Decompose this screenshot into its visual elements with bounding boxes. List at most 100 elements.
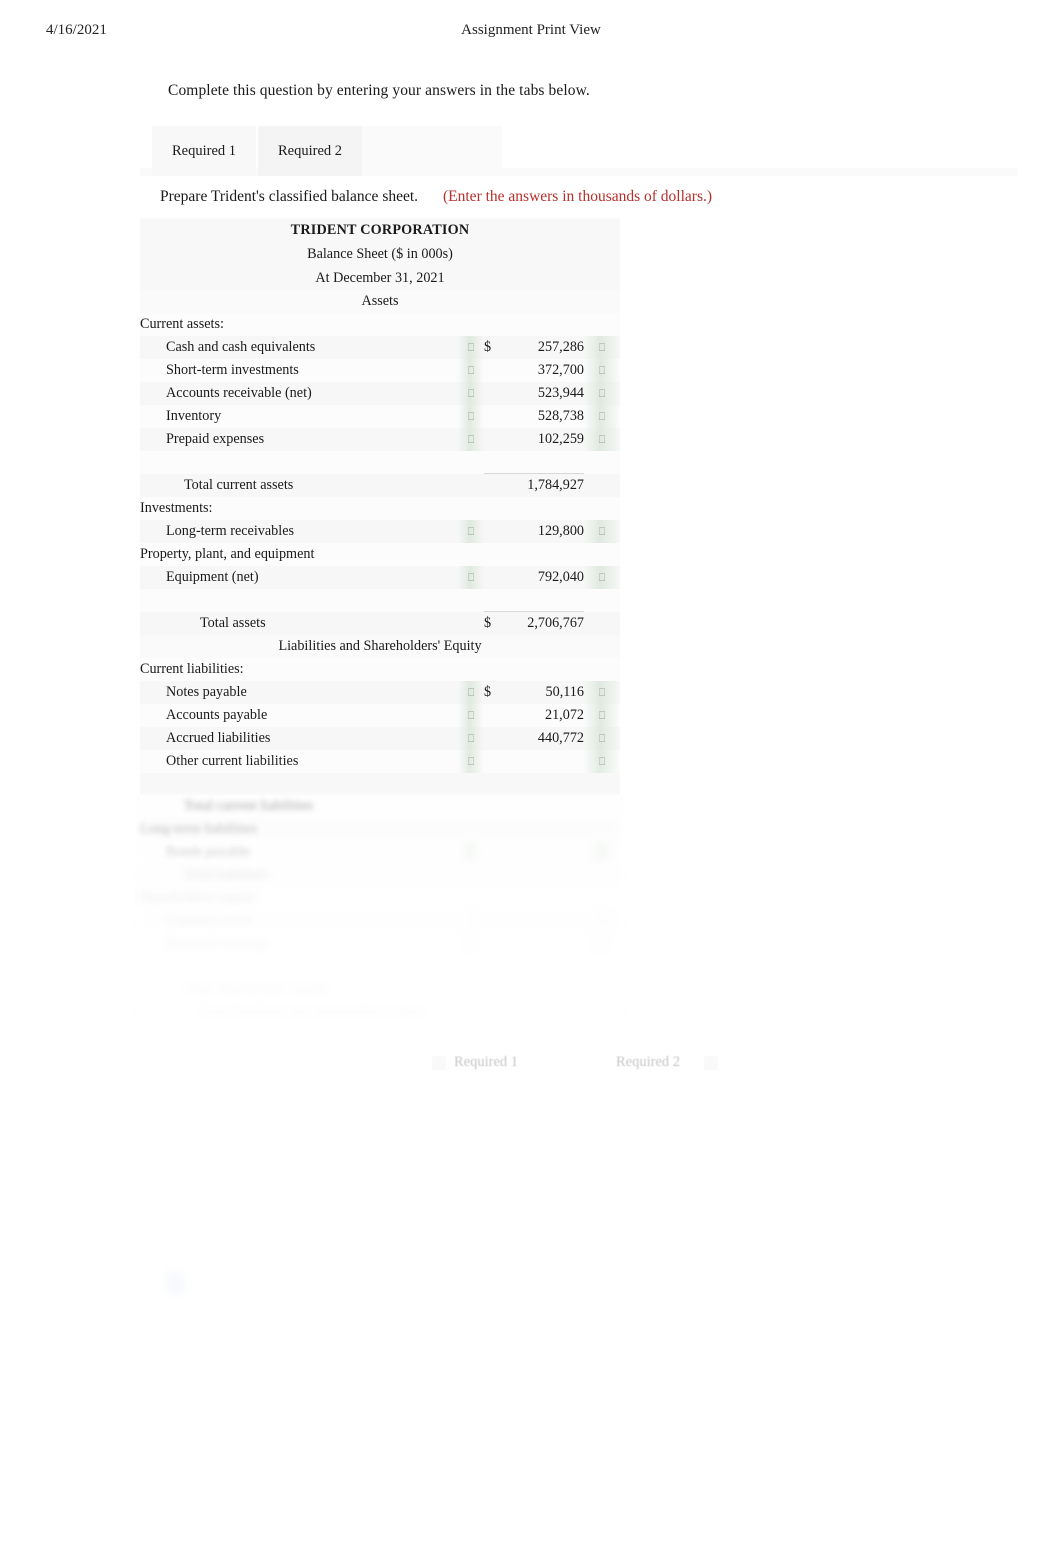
row-value[interactable] — [506, 818, 584, 841]
row-marker-left-icon[interactable]: ⎕ — [458, 933, 484, 956]
section-heading-row: Current assets: — [140, 313, 620, 336]
row-marker-left-icon[interactable]: ⎕ — [458, 750, 484, 773]
table-row: Other current liabilities ⎕ ⎕ — [140, 750, 620, 773]
row-label: Shareholders' equity — [140, 887, 458, 910]
row-marker-right-icon[interactable]: ⎕ — [584, 704, 620, 727]
row-currency — [484, 727, 506, 750]
statement-date-row: At December 31, 2021 — [140, 266, 620, 290]
row-marker-left-icon[interactable]: ⎕ — [458, 704, 484, 727]
row-label: Long-term receivables — [140, 520, 458, 543]
bottom-navigation: Required 1 Required 2 — [410, 1046, 740, 1086]
row-marker-right-icon[interactable]: ⎕ — [584, 681, 620, 704]
row-marker-left-icon[interactable]: ⎕ — [458, 336, 484, 359]
row-label: Cash and cash equivalents — [140, 336, 458, 359]
row-value[interactable]: 129,800 — [506, 520, 584, 543]
row-value[interactable]: 257,286 — [506, 336, 584, 359]
row-label: Accounts receivable (net) — [140, 382, 458, 405]
table-row: Bonds payable ⎕ ⎕ — [140, 841, 620, 864]
total-assets-value: 2,706,767 — [506, 611, 584, 635]
row-marker-right-icon[interactable]: ⎕ — [584, 566, 620, 589]
row-value[interactable]: 528,738 — [506, 405, 584, 428]
page-title: Assignment Print View — [461, 22, 601, 38]
row-marker-right-icon[interactable]: ⎕ — [584, 750, 620, 773]
total-assets-row: Total assets $ 2,706,767 — [140, 611, 620, 635]
table-row: Long-term receivables ⎕ 129,800 ⎕ — [140, 520, 620, 543]
row-marker-right-icon[interactable]: ⎕ — [584, 336, 620, 359]
bottom-nav-required-1[interactable]: Required 1 — [454, 1054, 518, 1071]
row-label: Accounts payable — [140, 704, 458, 727]
section-heading-row: Investments: — [140, 497, 620, 520]
row-marker-right-icon[interactable]: ⎕ — [584, 727, 620, 750]
row-marker-left-icon[interactable]: ⎕ — [458, 428, 484, 451]
statement-name: Balance Sheet ($ in 000s) — [140, 242, 620, 266]
row-value[interactable] — [506, 750, 584, 773]
row-marker-left-icon[interactable]: ⎕ — [458, 727, 484, 750]
total-assets-currency: $ — [484, 611, 506, 635]
row-value[interactable]: 792,040 — [506, 566, 584, 589]
table-row: Total current liabilities — [140, 795, 620, 818]
row-value[interactable] — [506, 910, 584, 933]
row-value[interactable]: 21,072 — [506, 704, 584, 727]
row-marker-right-icon[interactable]: ⎕ — [584, 405, 620, 428]
row-marker-right-icon[interactable]: ⎕ — [584, 910, 620, 933]
statement-name-row: Balance Sheet ($ in 000s) — [140, 242, 620, 266]
row-label: Retained earnings — [140, 933, 458, 956]
table-row: Retained earnings ⎕ ⎕ — [140, 933, 620, 956]
footer-link[interactable] — [166, 1272, 186, 1294]
row-value[interactable]: 523,944 — [506, 382, 584, 405]
chevron-left-icon[interactable] — [432, 1056, 446, 1070]
liabilities-heading-row: Liabilities and Shareholders' Equity — [140, 635, 620, 658]
bottom-nav-required-2[interactable]: Required 2 — [616, 1054, 680, 1071]
footer-text — [144, 1194, 148, 1210]
row-currency — [484, 428, 506, 451]
row-marker-left-icon[interactable]: ⎕ — [458, 681, 484, 704]
row-value[interactable]: 440,772 — [506, 727, 584, 750]
row-value[interactable] — [506, 841, 584, 864]
row-marker-left-icon[interactable]: ⎕ — [458, 382, 484, 405]
requirement-note: (Enter the answers in thousands of dolla… — [443, 188, 713, 205]
row-marker-left-icon[interactable]: ⎕ — [458, 841, 484, 864]
row-marker-left-icon[interactable]: ⎕ — [458, 910, 484, 933]
table-row: Accrued liabilities ⎕ 440,772 ⎕ — [140, 727, 620, 750]
row-marker-right-icon[interactable]: ⎕ — [584, 933, 620, 956]
row-value[interactable]: 372,700 — [506, 359, 584, 382]
tab-strip: Required 1 Required 2 — [140, 126, 1018, 180]
row-marker-right-icon[interactable]: ⎕ — [584, 428, 620, 451]
row-label: Prepaid expenses — [140, 428, 458, 451]
table-row: Short-term investments ⎕ 372,700 ⎕ — [140, 359, 620, 382]
section-heading-row: Property, plant, and equipment — [140, 543, 620, 566]
spacer-row — [140, 773, 620, 795]
row-label: Bonds payable — [140, 841, 458, 864]
row-marker-right-icon[interactable]: ⎕ — [584, 841, 620, 864]
chevron-right-icon[interactable] — [704, 1056, 718, 1070]
row-currency — [484, 750, 506, 773]
row-marker-right-icon[interactable]: ⎕ — [584, 520, 620, 543]
row-value[interactable]: 50,116 — [506, 681, 584, 704]
page-header: 4/16/2021 Assignment Print View — [0, 22, 1062, 44]
row-currency — [484, 520, 506, 543]
tab-required-1[interactable]: Required 1 — [152, 126, 256, 176]
row-label: Long-term liabilities — [140, 818, 458, 841]
row-value[interactable] — [506, 795, 584, 818]
statement-date: At December 31, 2021 — [140, 266, 620, 290]
statement-company: TRIDENT CORPORATION — [140, 218, 620, 242]
row-marker-left-icon[interactable]: ⎕ — [458, 520, 484, 543]
row-currency — [484, 405, 506, 428]
tab-required-2[interactable]: Required 2 — [258, 126, 362, 176]
spacer-row — [140, 589, 620, 612]
row-value[interactable] — [506, 864, 584, 887]
assets-heading-row: Assets — [140, 290, 620, 313]
total-current-assets-label: Total current assets — [140, 473, 458, 497]
total-current-assets-row: Total current assets 1,784,927 — [140, 473, 620, 497]
row-label: Accrued liabilities — [140, 727, 458, 750]
row-marker-left-icon[interactable]: ⎕ — [458, 405, 484, 428]
row-currency: $ — [484, 336, 506, 359]
row-marker-right-icon[interactable]: ⎕ — [584, 382, 620, 405]
assets-heading: Assets — [140, 290, 620, 313]
row-marker-right-icon[interactable]: ⎕ — [584, 359, 620, 382]
table-row: Inventory ⎕ 528,738 ⎕ — [140, 405, 620, 428]
row-value[interactable]: 102,259 — [506, 428, 584, 451]
liabilities-heading: Liabilities and Shareholders' Equity — [140, 635, 620, 658]
row-marker-left-icon[interactable]: ⎕ — [458, 566, 484, 589]
row-marker-left-icon[interactable]: ⎕ — [458, 359, 484, 382]
